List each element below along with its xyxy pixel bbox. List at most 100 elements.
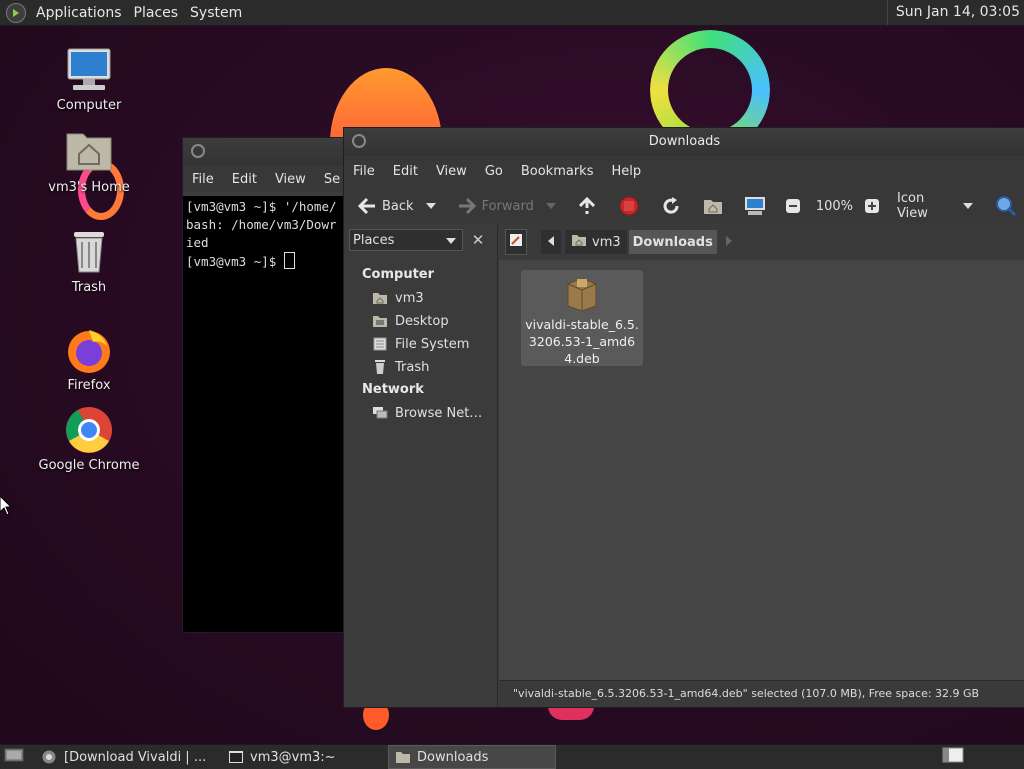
- up-button[interactable]: [572, 191, 606, 221]
- desktop-icon-label: Computer: [56, 98, 122, 113]
- menu-edit[interactable]: Edit: [384, 164, 427, 179]
- file-manager-titlebar[interactable]: Downloads: [344, 128, 1024, 156]
- taskbar-item-browser[interactable]: [Download Vivaldi | ...: [36, 746, 218, 768]
- back-history-dropdown[interactable]: [425, 203, 436, 209]
- desktop-icon-firefox[interactable]: Firefox: [34, 326, 144, 393]
- file-icon-grid[interactable]: vivaldi-stable_6.5.3206.53-1_amd64.deb: [499, 260, 1024, 681]
- menu-bookmarks[interactable]: Bookmarks: [512, 164, 603, 179]
- view-mode-select[interactable]: Icon View: [893, 191, 957, 221]
- taskbar-item-terminal[interactable]: vm3@vm3:~: [222, 746, 384, 768]
- desktop-icon-label: Trash: [71, 280, 107, 295]
- menu-file[interactable]: File: [344, 164, 384, 179]
- taskbar-item-label: Downloads: [417, 749, 489, 765]
- sidebar-heading-computer: Computer: [362, 267, 435, 282]
- path-crumb-downloads[interactable]: Downloads: [628, 230, 717, 254]
- menu-help[interactable]: Help: [602, 164, 650, 179]
- wallpaper-blob-bottom-2: [548, 706, 594, 720]
- sidebar-item-label: vm3: [395, 290, 424, 306]
- trash-icon: [65, 228, 113, 276]
- sidebar-item-trash[interactable]: Trash: [372, 357, 494, 377]
- forward-button[interactable]: Forward: [452, 191, 538, 221]
- sidebar-item-file-system[interactable]: File System: [372, 334, 494, 354]
- sidebar-item-label: File System: [395, 336, 470, 352]
- terminal-menu-view[interactable]: View: [266, 172, 315, 187]
- terminal-menu-edit[interactable]: Edit: [223, 172, 266, 187]
- menu-view[interactable]: View: [427, 164, 476, 179]
- sidebar-type-select[interactable]: Places: [349, 229, 463, 251]
- file-manager-window[interactable]: Downloads File Edit View Go Bookmarks He…: [343, 127, 1024, 708]
- desktop-icon-label: Firefox: [67, 378, 111, 393]
- back-arrow-icon: [356, 195, 378, 217]
- status-bar: "vivaldi-stable_6.5.3206.53-1_amd64.deb"…: [499, 680, 1024, 707]
- location-toggle-button[interactable]: [505, 229, 527, 255]
- forward-label: Forward: [481, 198, 534, 214]
- path-crumb-label: vm3: [592, 234, 621, 250]
- forward-history-dropdown[interactable]: [545, 203, 556, 209]
- edit-location-icon: [509, 233, 523, 251]
- up-arrow-icon: [576, 195, 598, 217]
- chrome-icon: [65, 406, 113, 454]
- folder-icon: [395, 750, 411, 764]
- path-scroll-right-button[interactable]: [725, 230, 733, 254]
- home-folder-icon: [65, 128, 113, 176]
- sidebar-item-desktop[interactable]: Desktop: [372, 311, 494, 331]
- path-bar: vm3 Downloads: [499, 224, 1024, 260]
- taskbar-item-downloads[interactable]: Downloads: [388, 745, 556, 769]
- zoom-in-button[interactable]: [857, 191, 891, 221]
- terminal-menu-file[interactable]: File: [183, 172, 223, 187]
- reload-button[interactable]: [656, 191, 690, 221]
- view-mode-dropdown-arrow[interactable]: [963, 203, 973, 209]
- file-manager-menubar: File Edit View Go Bookmarks Help: [344, 156, 1024, 186]
- sidebar-heading-network: Network: [362, 382, 424, 397]
- computer-button[interactable]: [740, 191, 774, 221]
- chrome-icon: [42, 750, 58, 764]
- menu-applications[interactable]: Applications: [30, 5, 128, 21]
- search-button[interactable]: [991, 191, 1024, 221]
- sidebar-item-vm3[interactable]: vm3: [372, 288, 494, 308]
- view-mode-label: Icon View: [897, 191, 928, 221]
- file-manager-toolbar: Back Forward 100% Icon View: [344, 186, 1024, 227]
- home-folder-icon: [372, 291, 388, 305]
- stop-icon: [618, 195, 640, 217]
- terminal-icon: [228, 750, 244, 764]
- stop-button[interactable]: [614, 191, 648, 221]
- forward-arrow-icon: [456, 195, 478, 217]
- desktop-icon-label: Google Chrome: [38, 458, 140, 473]
- sidebar-item-label: Desktop: [395, 313, 449, 329]
- places-sidebar: Places ✕ Computer vm3 Desktop File Syste…: [344, 224, 498, 707]
- desktop-icon-chrome[interactable]: Google Chrome: [34, 406, 144, 473]
- desktop-icon-home[interactable]: vm3's Home: [34, 128, 144, 195]
- drive-icon: [372, 337, 388, 351]
- window-menu-button[interactable]: [191, 144, 205, 158]
- terminal-prompt: [vm3@vm3 ~]$: [186, 254, 284, 269]
- sidebar-type-label: Places: [353, 233, 395, 248]
- menu-system[interactable]: System: [184, 5, 248, 21]
- terminal-menubar: File Edit View Se: [183, 166, 353, 192]
- clock[interactable]: Sun Jan 14, 03:05: [886, 0, 1020, 25]
- trash-icon: [372, 360, 388, 374]
- zoom-level[interactable]: 100%: [812, 191, 857, 221]
- back-label: Back: [382, 198, 414, 214]
- desktop-icon-computer[interactable]: Computer: [34, 46, 144, 113]
- applications-logo-icon[interactable]: [6, 2, 26, 23]
- terminal-titlebar[interactable]: [183, 138, 353, 166]
- terminal-output[interactable]: [vm3@vm3 ~]$ '/home/bash: /home/vm3/Dowr…: [183, 196, 353, 632]
- reload-icon: [660, 195, 682, 217]
- menu-go[interactable]: Go: [476, 164, 512, 179]
- path-crumb-vm3[interactable]: vm3: [565, 230, 627, 254]
- home-button[interactable]: [698, 191, 732, 221]
- workspace-switcher[interactable]: [936, 746, 970, 768]
- back-button[interactable]: Back: [352, 191, 418, 221]
- menu-places[interactable]: Places: [128, 5, 185, 21]
- show-desktop-button[interactable]: [0, 746, 28, 768]
- desktop-icon-trash[interactable]: Trash: [34, 228, 144, 295]
- file-item[interactable]: vivaldi-stable_6.5.3206.53-1_amd64.deb: [521, 270, 643, 366]
- sidebar-item-label: Trash: [395, 359, 430, 375]
- zoom-out-button[interactable]: [778, 191, 812, 221]
- path-scroll-left-button[interactable]: [541, 230, 561, 254]
- sidebar-item-label: Browse Net…: [395, 405, 483, 421]
- terminal-window[interactable]: File Edit View Se [vm3@vm3 ~]$ '/home/ba…: [182, 137, 354, 633]
- sidebar-close-icon[interactable]: ✕: [467, 229, 489, 251]
- sidebar-item-browse-network[interactable]: Browse Net…: [372, 403, 494, 423]
- top-panel: Applications Places System Sun Jan 14, 0…: [0, 0, 1024, 26]
